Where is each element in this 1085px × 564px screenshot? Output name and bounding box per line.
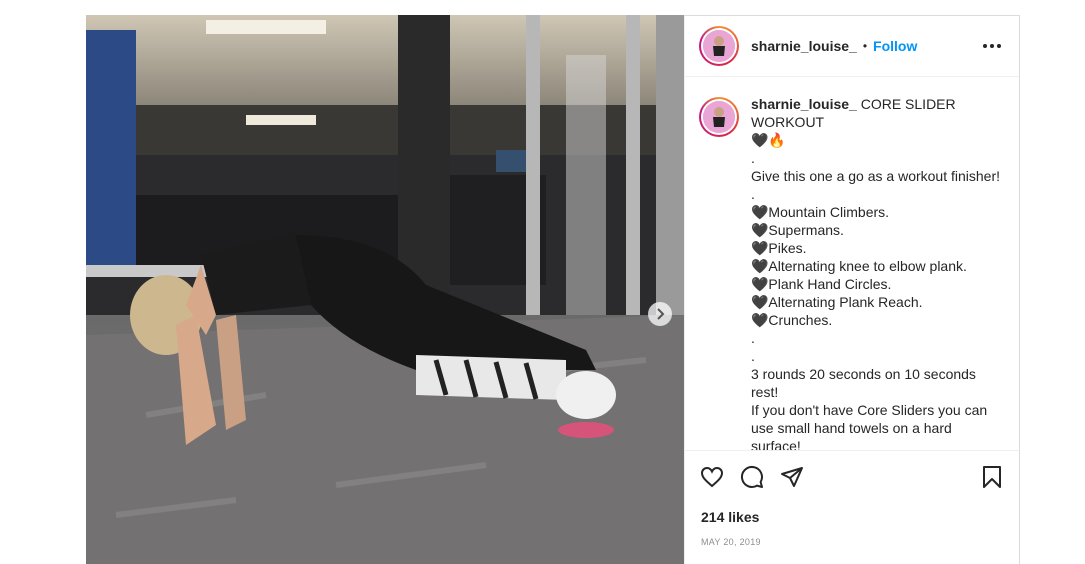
post-date[interactable]: MAY 20, 2019 — [685, 525, 1019, 547]
caption-line: . — [751, 330, 755, 346]
caption-line: 🖤Alternating knee to elbow plank. — [751, 258, 967, 274]
share-button[interactable] — [779, 464, 805, 490]
caption-line: 🖤🔥 — [751, 132, 786, 148]
heart-icon — [700, 466, 724, 488]
caption-line: . — [751, 150, 755, 166]
caption-text: sharnie_louise_ CORE SLIDER WORKOUT 🖤🔥 .… — [751, 95, 1005, 450]
gym-photo — [86, 15, 684, 564]
post-media[interactable] — [86, 15, 684, 564]
comment-button[interactable] — [739, 464, 765, 490]
caption-line: . — [751, 186, 755, 202]
action-bar — [685, 451, 1019, 503]
avatar-image — [703, 30, 735, 62]
caption-line: 3 rounds 20 seconds on 10 seconds rest! — [751, 366, 980, 400]
avatar — [703, 30, 735, 62]
caption-section: sharnie_louise_ CORE SLIDER WORKOUT 🖤🔥 .… — [685, 77, 1019, 451]
caption-line: 🖤Pikes. — [751, 240, 807, 256]
follow-button[interactable]: Follow — [873, 38, 917, 54]
story-ring[interactable] — [699, 26, 739, 66]
caption-line: 🖤Mountain Climbers. — [751, 204, 890, 220]
caption-line: 🖤Crunches. — [751, 312, 833, 328]
chevron-right-icon — [657, 308, 665, 320]
post-header: sharnie_louise_ • Follow — [685, 16, 1019, 77]
instagram-post-view: sharnie_louise_ • Follow sharnie_louise_… — [0, 0, 1085, 564]
caption-line: Give this one a go as a workout finisher… — [751, 168, 1001, 184]
caption-username[interactable]: sharnie_louise_ — [751, 96, 857, 112]
caption-line: If you don't have Core Sliders you can u… — [751, 402, 992, 451]
username-link[interactable]: sharnie_louise_ — [751, 38, 857, 54]
caption-avatar — [703, 101, 735, 133]
likes-count[interactable]: 214 likes — [685, 503, 1019, 525]
caption-line: . — [751, 348, 755, 364]
like-button[interactable] — [699, 464, 725, 490]
save-button[interactable] — [979, 464, 1005, 490]
caption-line: 🖤Supermans. — [751, 222, 844, 238]
post-side-panel: sharnie_louise_ • Follow sharnie_louise_… — [684, 15, 1020, 564]
caption-line: 🖤Plank Hand Circles. — [751, 276, 892, 292]
caption-avatar-image — [703, 101, 735, 133]
caption-story-ring[interactable] — [699, 97, 739, 137]
next-media-button[interactable] — [648, 302, 672, 326]
caption-line: 🖤Alternating Plank Reach. — [751, 294, 923, 310]
more-options-icon[interactable] — [979, 40, 1005, 52]
comment-icon — [740, 465, 763, 488]
bookmark-icon — [983, 466, 1001, 488]
share-icon — [781, 467, 803, 487]
separator-dot: • — [862, 39, 868, 53]
